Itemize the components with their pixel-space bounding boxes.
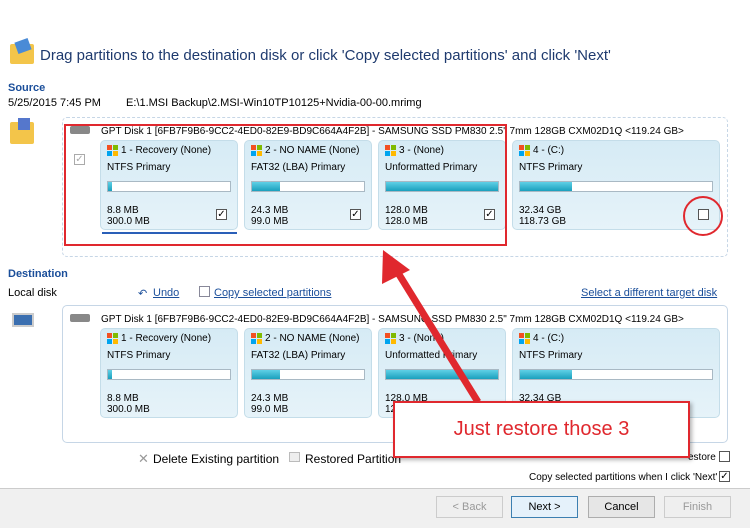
selected-underline xyxy=(102,232,237,234)
annotation-text: Just restore those 3 xyxy=(453,418,630,440)
annotation-callout: Just restore those 3 xyxy=(393,401,690,458)
